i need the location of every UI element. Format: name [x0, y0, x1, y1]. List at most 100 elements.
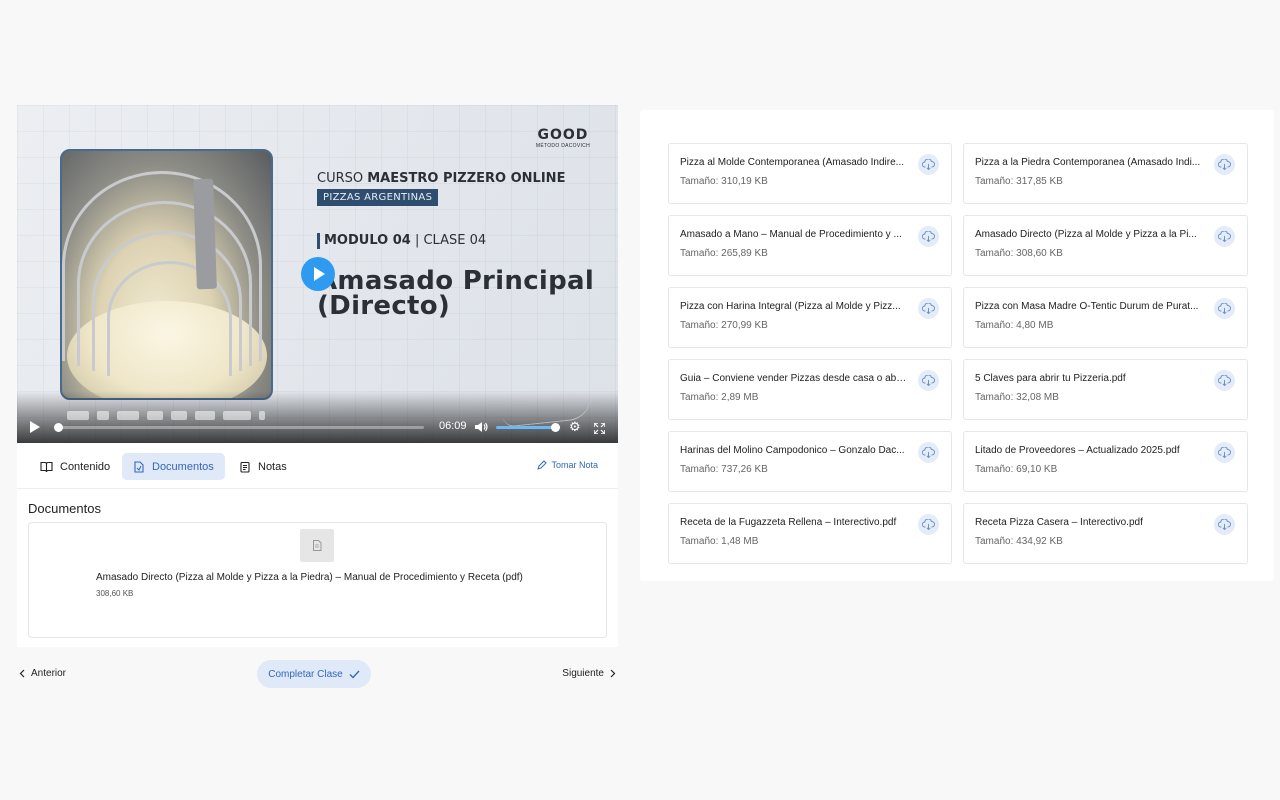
class-number: | CLASE 04 [410, 233, 487, 248]
downloads-panel: Pizza al Molde Contemporanea (Amasado In… [640, 110, 1274, 581]
sponsor-logo [171, 411, 187, 420]
previous-label: Anterior [31, 668, 67, 679]
lesson-navigation: Anterior Completar Clase Siguiente [17, 660, 618, 690]
file-name[interactable]: Receta de la Fugazzeta Rellena – Interec… [680, 517, 908, 528]
cloud-download-icon[interactable] [1214, 442, 1235, 463]
download-card[interactable]: Amasado Directo (Pizza al Molde y Pizza … [963, 215, 1248, 276]
download-card[interactable]: Pizza a la Piedra Contemporanea (Amasado… [963, 143, 1248, 204]
document-name[interactable]: Amasado Directo (Pizza al Molde y Pizza … [96, 572, 523, 583]
cloud-download-icon[interactable] [918, 442, 939, 463]
download-card[interactable]: Receta Pizza Casera – Interectivo.pdf Tam… [963, 503, 1248, 564]
file-icon [300, 529, 334, 562]
download-card[interactable]: Receta de la Fugazzeta Rellena – Interec… [668, 503, 952, 564]
sponsor-logos [67, 411, 265, 420]
file-size: Tamaño: 434,92 KB [975, 536, 1063, 547]
download-card[interactable]: Pizza al Molde Contemporanea (Amasado In… [668, 143, 952, 204]
file-size: Tamaño: 1,48 MB [680, 536, 759, 547]
volume-knob[interactable] [551, 423, 560, 432]
sponsor-logo [67, 411, 89, 420]
play-overlay-button[interactable] [301, 257, 335, 291]
cloud-download-icon[interactable] [1214, 226, 1235, 247]
file-name[interactable]: Pizza con Masa Madre O-Tentic Durum de P… [975, 301, 1203, 312]
next-button[interactable]: Siguiente [562, 668, 616, 679]
cloud-download-icon[interactable] [1214, 154, 1235, 175]
check-icon [349, 670, 360, 678]
download-card[interactable]: Guia – Conviene vender Pizzas desde casa… [668, 359, 952, 420]
document-card[interactable]: Amasado Directo (Pizza al Molde y Pizza … [28, 522, 607, 638]
file-name[interactable]: Litado de Proveedores – Actualizado 2025… [975, 445, 1203, 456]
tab-documentos-label: Documentos [152, 460, 214, 473]
chevron-right-icon [610, 669, 616, 678]
file-name[interactable]: Harinas del Molino Campodonico – Gonzalo… [680, 445, 908, 456]
logo-subtext: MÉTODO DACOVICH [535, 143, 590, 149]
file-size: Tamaño: 69,10 KB [975, 464, 1058, 475]
volume-icon[interactable] [475, 421, 488, 433]
cloud-download-icon[interactable] [918, 370, 939, 391]
download-card[interactable]: Litado de Proveedores – Actualizado 2025… [963, 431, 1248, 492]
sponsor-logo [147, 411, 163, 420]
notes-icon [240, 461, 250, 473]
logo-text: GOOD [537, 127, 589, 143]
download-card[interactable]: Pizza con Masa Madre O-Tentic Durum de P… [963, 287, 1248, 348]
cloud-download-icon[interactable] [918, 154, 939, 175]
file-name[interactable]: Receta Pizza Casera – Interectivo.pdf [975, 517, 1203, 528]
sponsor-logo [259, 411, 265, 420]
download-card[interactable]: Pizza con Harina Integral (Pizza al Mold… [668, 287, 952, 348]
seek-bar[interactable] [54, 423, 424, 432]
documents-section: Documentos Amasado Directo (Pizza al Mol… [17, 489, 618, 647]
file-name[interactable]: Amasado a Mano – Manual de Procedimiento… [680, 229, 908, 240]
play-icon [314, 267, 325, 281]
file-name[interactable]: Pizza al Molde Contemporanea (Amasado In… [680, 157, 908, 168]
chevron-left-icon [19, 669, 25, 678]
previous-button[interactable]: Anterior [19, 668, 66, 679]
module-number: MODULO 04 [324, 233, 411, 248]
file-size: Tamaño: 32,08 MB [975, 392, 1059, 403]
documents-section-title: Documentos [28, 501, 101, 516]
mixer-hook-bar [193, 178, 217, 290]
tab-documentos[interactable]: Documentos [122, 453, 225, 480]
file-name[interactable]: Amasado Directo (Pizza al Molde y Pizza … [975, 229, 1203, 240]
download-card[interactable]: 5 Claves para abrir tu Pizzeria.pdf Tamañ… [963, 359, 1248, 420]
gear-icon[interactable]: ⚙ [569, 420, 581, 433]
tab-contenido[interactable]: Contenido [29, 453, 121, 480]
complete-class-button[interactable]: Completar Clase [257, 660, 371, 688]
module-label: MODULO 04 | CLASE 04 [317, 233, 486, 249]
time-display: 06:09 [439, 420, 467, 432]
download-card[interactable]: Amasado a Mano – Manual de Procedimiento… [668, 215, 952, 276]
volume-slider[interactable] [496, 423, 560, 432]
cloud-download-icon[interactable] [1214, 370, 1235, 391]
cloud-download-icon[interactable] [918, 514, 939, 535]
file-name[interactable]: Pizza con Harina Integral (Pizza al Mold… [680, 301, 908, 312]
course-prefix: CURSO [317, 171, 368, 186]
document-icon [134, 460, 144, 473]
lesson-column: GOOD MÉTODO DACOVICH CURSO MAESTRO PIZZE… [17, 105, 618, 688]
file-name[interactable]: Guia – Conviene vender Pizzas desde casa… [680, 373, 908, 384]
file-name[interactable]: 5 Claves para abrir tu Pizzeria.pdf [975, 373, 1203, 384]
sponsor-logo [223, 411, 251, 420]
take-note-button[interactable]: Tomar Nota [537, 460, 598, 470]
fullscreen-icon[interactable] [593, 421, 606, 435]
seek-knob[interactable] [54, 423, 63, 432]
tab-notas[interactable]: Notas [228, 453, 298, 480]
file-size: Tamaño: 317,85 KB [975, 176, 1063, 187]
document-size: 308,60 KB [96, 589, 134, 598]
tab-contenido-label: Contenido [60, 460, 111, 473]
category-pill: PIZZAS ARGENTINAS [317, 189, 439, 206]
downloads-grid: Pizza al Molde Contemporanea (Amasado In… [668, 143, 1248, 564]
pen-icon [537, 460, 548, 470]
video-player[interactable]: GOOD MÉTODO DACOVICH CURSO MAESTRO PIZZE… [17, 105, 618, 443]
lesson-tabs: Contenido Documentos Notas Tomar Nota [17, 443, 618, 489]
file-size: Tamaño: 737,26 KB [680, 464, 768, 475]
video-thumbnail-mixer [60, 149, 273, 400]
lesson-title: Amasado Principal (Directo) [317, 266, 595, 321]
sponsor-logo [97, 411, 109, 420]
cloud-download-icon[interactable] [1214, 514, 1235, 535]
cloud-download-icon[interactable] [918, 226, 939, 247]
cloud-download-icon[interactable] [1214, 298, 1235, 319]
play-pause-button[interactable] [30, 421, 40, 433]
video-controls: 06:09 ⚙ [17, 391, 618, 443]
file-name[interactable]: Pizza a la Piedra Contemporanea (Amasado… [975, 157, 1203, 168]
cloud-download-icon[interactable] [918, 298, 939, 319]
take-note-label: Tomar Nota [551, 460, 598, 470]
download-card[interactable]: Harinas del Molino Campodonico – Gonzalo… [668, 431, 952, 492]
